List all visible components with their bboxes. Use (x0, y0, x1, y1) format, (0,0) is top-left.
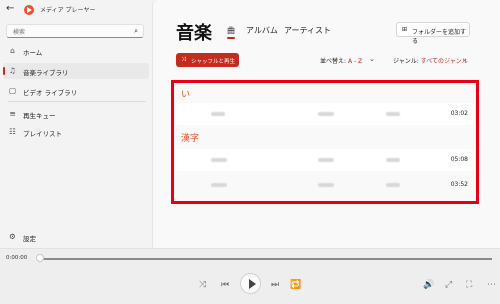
song-artist-redacted (318, 112, 334, 116)
tab-albums[interactable]: アルバム (246, 25, 278, 36)
sidebar-item-video-library[interactable]: ▢ ビデオ ライブラリ (3, 83, 149, 99)
playlist-icon: ☷ (9, 127, 16, 136)
song-row[interactable]: 03:52 (176, 174, 474, 196)
add-folder-label: フォルダーを追加する (412, 28, 467, 45)
search-icon[interactable]: ⌕ (134, 27, 138, 36)
shuffle-and-play-button[interactable]: ⤨ シャッフルと再生 (176, 53, 239, 67)
more-options-icon[interactable]: ⋯ (487, 280, 496, 290)
sidebar-item-label: 音楽ライブラリ (23, 69, 69, 77)
queue-icon: ≡ (9, 109, 16, 118)
sidebar-item-settings[interactable]: ⚙ 設定 (3, 229, 149, 245)
sidebar-item-label: ホーム (23, 49, 43, 57)
group-header[interactable]: 漢字 (181, 131, 199, 144)
next-icon[interactable]: ⏭ (271, 280, 279, 290)
shuffle-label: シャッフルと再生 (191, 58, 236, 65)
sidebar-item-home[interactable]: ⌂ ホーム (3, 43, 149, 59)
shuffle-icon[interactable]: ⤨ (199, 280, 206, 290)
song-row[interactable]: 05:08 (176, 149, 474, 171)
search-input[interactable]: 検索 ⌕ (6, 24, 144, 38)
tab-artists[interactable]: アーティスト (284, 25, 331, 36)
sidebar-item-label: 設定 (23, 235, 36, 243)
song-album-redacted (386, 183, 400, 187)
previous-icon[interactable]: ⏮ (221, 280, 229, 290)
song-duration: 05:08 (450, 156, 468, 163)
home-icon: ⌂ (10, 46, 15, 55)
sidebar-item-play-queue[interactable]: ≡ 再生キュー (3, 106, 149, 122)
back-arrow-icon[interactable]: ← (6, 3, 14, 14)
volume-icon[interactable]: 🔊 (423, 280, 434, 290)
group-header[interactable]: い (181, 87, 190, 100)
song-album-redacted (386, 158, 400, 162)
sidebar-item-label: ビデオ ライブラリ (23, 89, 78, 97)
video-icon: ▢ (8, 86, 17, 95)
search-placeholder: 検索 (13, 29, 26, 36)
genre-dropdown[interactable]: ジャンル: すべてのジャンル (393, 56, 468, 65)
genre-label: ジャンル: (393, 58, 419, 65)
chevron-down-icon[interactable]: ⌄ (369, 55, 375, 63)
seek-bar[interactable] (40, 258, 492, 260)
sort-label: 並べ替え: (320, 58, 347, 65)
shuffle-icon: ⤨ (181, 56, 186, 63)
song-album-redacted (386, 112, 400, 116)
sidebar-divider (8, 101, 146, 102)
sidebar-item-playlists[interactable]: ☷ プレイリスト (3, 124, 149, 140)
folder-add-icon: ⊞ (402, 26, 408, 33)
sidebar-item-music-library[interactable]: ♫ 音楽ライブラリ (3, 63, 149, 79)
current-time: 0:00:00 (6, 255, 28, 261)
repeat-icon[interactable]: 🔁 (290, 280, 301, 290)
seek-thumb[interactable] (36, 254, 44, 262)
song-duration: 03:02 (450, 110, 468, 117)
song-title-redacted (211, 158, 227, 162)
sidebar-item-label: プレイリスト (23, 130, 62, 138)
add-folder-button[interactable]: ⊞ フォルダーを追加する (396, 22, 470, 45)
sort-value: A - Z (347, 58, 363, 65)
page-title: 音楽 (176, 23, 212, 44)
song-artist-redacted (318, 158, 334, 162)
fullscreen-icon[interactable]: ⛶ (466, 280, 472, 290)
genre-value: すべてのジャンル (420, 58, 468, 65)
sidebar-item-label: 再生キュー (23, 112, 56, 120)
tab-songs[interactable]: 曲 (227, 25, 235, 39)
song-artist-redacted (318, 183, 334, 187)
song-title-redacted (211, 112, 225, 116)
mini-player-icon[interactable]: ⤢ (445, 280, 452, 290)
music-note-icon: ♫ (9, 66, 16, 75)
media-player-logo-icon (24, 5, 34, 15)
song-duration: 03:52 (450, 181, 468, 188)
gear-icon: ⚙ (9, 232, 16, 241)
app-title: メディア プレーヤー (40, 7, 96, 14)
song-title-redacted (211, 183, 227, 187)
song-row[interactable]: 03:02 (176, 103, 474, 125)
sort-dropdown[interactable]: 並べ替え: A - Z (320, 56, 362, 65)
chevron-down-icon[interactable]: ⌄ (462, 55, 468, 63)
play-button[interactable] (240, 273, 261, 294)
